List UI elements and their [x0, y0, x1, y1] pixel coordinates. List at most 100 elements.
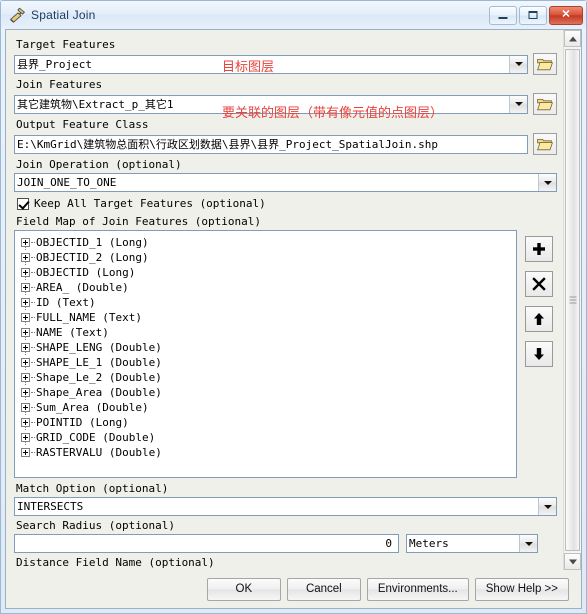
parameter-form: Target Features 县界_Project Join Features…	[6, 30, 563, 570]
field-map-item[interactable]: NAME (Text)	[19, 322, 516, 340]
cancel-button[interactable]: Cancel	[286, 577, 361, 601]
expand-plus-icon[interactable]	[21, 373, 30, 382]
field-map-item[interactable]: OBJECTID (Long)	[19, 262, 516, 280]
field-map-item-label: OBJECTID_2 (Long)	[36, 251, 149, 264]
maximize-button[interactable]	[519, 5, 547, 25]
join-operation-dropdown[interactable]	[538, 174, 556, 191]
add-field-button[interactable]	[525, 236, 553, 262]
expand-plus-icon[interactable]	[21, 283, 30, 292]
expand-plus-icon[interactable]	[21, 448, 30, 457]
search-radius-units-dropdown[interactable]	[519, 535, 537, 552]
target-features-value: 县界_Project	[17, 58, 92, 71]
scroll-down-button[interactable]	[564, 553, 581, 570]
field-map-item[interactable]: ID (Text)	[19, 292, 516, 310]
scroll-up-button[interactable]	[564, 30, 581, 47]
field-map-item-label: NAME (Text)	[36, 326, 109, 339]
distance-field-name-label: Distance Field Name (optional)	[16, 556, 215, 569]
delete-field-button[interactable]	[525, 271, 553, 297]
field-map-item-label: ID (Text)	[36, 296, 96, 309]
field-map-item-label: Shape_Le_2 (Double)	[36, 371, 162, 384]
join-operation-select[interactable]: JOIN_ONE_TO_ONE	[14, 173, 557, 192]
expand-plus-icon[interactable]	[21, 238, 30, 247]
field-map-item[interactable]: Shape_Area (Double)	[19, 382, 516, 400]
output-feature-class-input[interactable]: E:\KmGrid\建筑物总面积\行政区划数据\县界\县界_Project_Sp…	[14, 134, 528, 154]
arrow-up-icon	[534, 313, 544, 325]
vertical-scrollbar[interactable]	[563, 30, 581, 570]
field-map-item-label: POINTID (Long)	[36, 416, 129, 429]
field-map-item[interactable]: Shape_Le_2 (Double)	[19, 367, 516, 385]
chevron-down-icon	[543, 504, 552, 509]
expand-plus-icon[interactable]	[21, 298, 30, 307]
expand-plus-icon[interactable]	[21, 343, 30, 352]
field-map-item[interactable]: POINTID (Long)	[19, 412, 516, 430]
spatial-join-dialog: Spatial Join ✕ Target Features 县界_Projec…	[0, 0, 587, 614]
expand-plus-icon[interactable]	[21, 328, 30, 337]
environments-button[interactable]: Environments...	[366, 577, 469, 601]
expand-plus-icon[interactable]	[21, 253, 30, 262]
join-operation-label: Join Operation (optional)	[16, 158, 182, 171]
plus-icon	[533, 243, 545, 255]
scrollbar-grip-icon	[569, 296, 576, 304]
match-option-label: Match Option (optional)	[16, 482, 169, 495]
expand-plus-icon[interactable]	[21, 268, 30, 277]
ok-button[interactable]: OK	[206, 577, 281, 601]
minimize-button[interactable]	[489, 5, 517, 25]
search-radius-units-value: Meters	[409, 537, 449, 550]
title-bar[interactable]: Spatial Join ✕	[1, 1, 586, 29]
field-map-item[interactable]: RASTERVALU (Double)	[19, 442, 516, 460]
show-help-button[interactable]: Show Help >>	[474, 577, 569, 601]
expand-plus-icon[interactable]	[21, 313, 30, 322]
output-feature-class-browse-button[interactable]	[533, 133, 557, 155]
scrollbar-track[interactable]	[564, 47, 581, 553]
field-map-item[interactable]: Sum_Area (Double)	[19, 397, 516, 415]
target-features-browse-button[interactable]	[533, 53, 557, 75]
field-map-row: OBJECTID_1 (Long) OBJECTID_2 (Long) OBJECT…	[14, 230, 557, 478]
expand-plus-icon[interactable]	[21, 433, 30, 442]
expand-plus-icon[interactable]	[21, 418, 30, 427]
chevron-down-icon	[524, 541, 533, 546]
move-field-up-button[interactable]	[525, 306, 553, 332]
join-features-value: 其它建筑物\Extract_p_其它1	[17, 98, 174, 111]
open-folder-icon	[537, 139, 553, 151]
field-map-item[interactable]: SHAPE_LE_1 (Double)	[19, 352, 516, 370]
field-map-item[interactable]: SHAPE_LENG (Double)	[19, 337, 516, 355]
field-map-list[interactable]: OBJECTID_1 (Long) OBJECTID_2 (Long) OBJECT…	[14, 230, 517, 478]
field-map-item[interactable]: OBJECTID_1 (Long)	[19, 235, 516, 250]
join-features-dropdown[interactable]	[509, 95, 527, 113]
field-map-item-label: Sum_Area (Double)	[36, 401, 149, 414]
field-map-item[interactable]: FULL_NAME (Text)	[19, 307, 516, 325]
field-map-item-label: OBJECTID_1 (Long)	[36, 236, 149, 249]
join-features-input[interactable]: 其它建筑物\Extract_p_其它1	[14, 94, 528, 114]
field-map-label: Field Map of Join Features (optional)	[16, 215, 262, 228]
field-map-item[interactable]: GRID_CODE (Double)	[19, 427, 516, 445]
field-map-item-label: RASTERVALU (Double)	[36, 446, 162, 459]
field-map-item-label: FULL_NAME (Text)	[36, 311, 142, 324]
keep-all-target-features-row[interactable]: Keep All Target Features (optional)	[17, 197, 557, 211]
target-features-input[interactable]: 县界_Project	[14, 54, 528, 74]
chevron-down-icon	[514, 102, 523, 106]
join-features-browse-button[interactable]	[533, 93, 557, 115]
search-radius-input[interactable]: 0	[14, 534, 399, 553]
match-option-value: INTERSECTS	[17, 500, 84, 513]
target-features-dropdown[interactable]	[509, 55, 527, 73]
join-operation-value: JOIN_ONE_TO_ONE	[17, 176, 117, 189]
maximize-icon	[528, 11, 538, 19]
expand-plus-icon[interactable]	[21, 358, 30, 367]
field-map-item[interactable]: AREA_ (Double)	[19, 277, 516, 295]
dialog-footer: OK Cancel Environments... Show Help >>	[6, 570, 581, 608]
match-option-dropdown[interactable]	[538, 498, 556, 515]
move-field-down-button[interactable]	[525, 341, 553, 367]
close-button[interactable]: ✕	[549, 5, 583, 25]
field-map-item-label: SHAPE_LE_1 (Double)	[36, 356, 162, 369]
field-map-item-label: OBJECTID (Long)	[36, 266, 136, 279]
output-feature-class-value: E:\KmGrid\建筑物总面积\行政区划数据\县界\县界_Project_Sp…	[17, 138, 439, 151]
keep-all-target-features-checkbox[interactable]	[17, 198, 29, 210]
expand-plus-icon[interactable]	[21, 388, 30, 397]
field-map-item[interactable]: OBJECTID_2 (Long)	[19, 247, 516, 265]
scrollbar-thumb[interactable]	[565, 49, 580, 551]
field-map-item-label: GRID_CODE (Double)	[36, 431, 156, 444]
expand-plus-icon[interactable]	[21, 403, 30, 412]
search-radius-units-select[interactable]: Meters	[406, 534, 538, 553]
match-option-select[interactable]: INTERSECTS	[14, 497, 557, 516]
arrow-down-icon	[534, 348, 544, 360]
